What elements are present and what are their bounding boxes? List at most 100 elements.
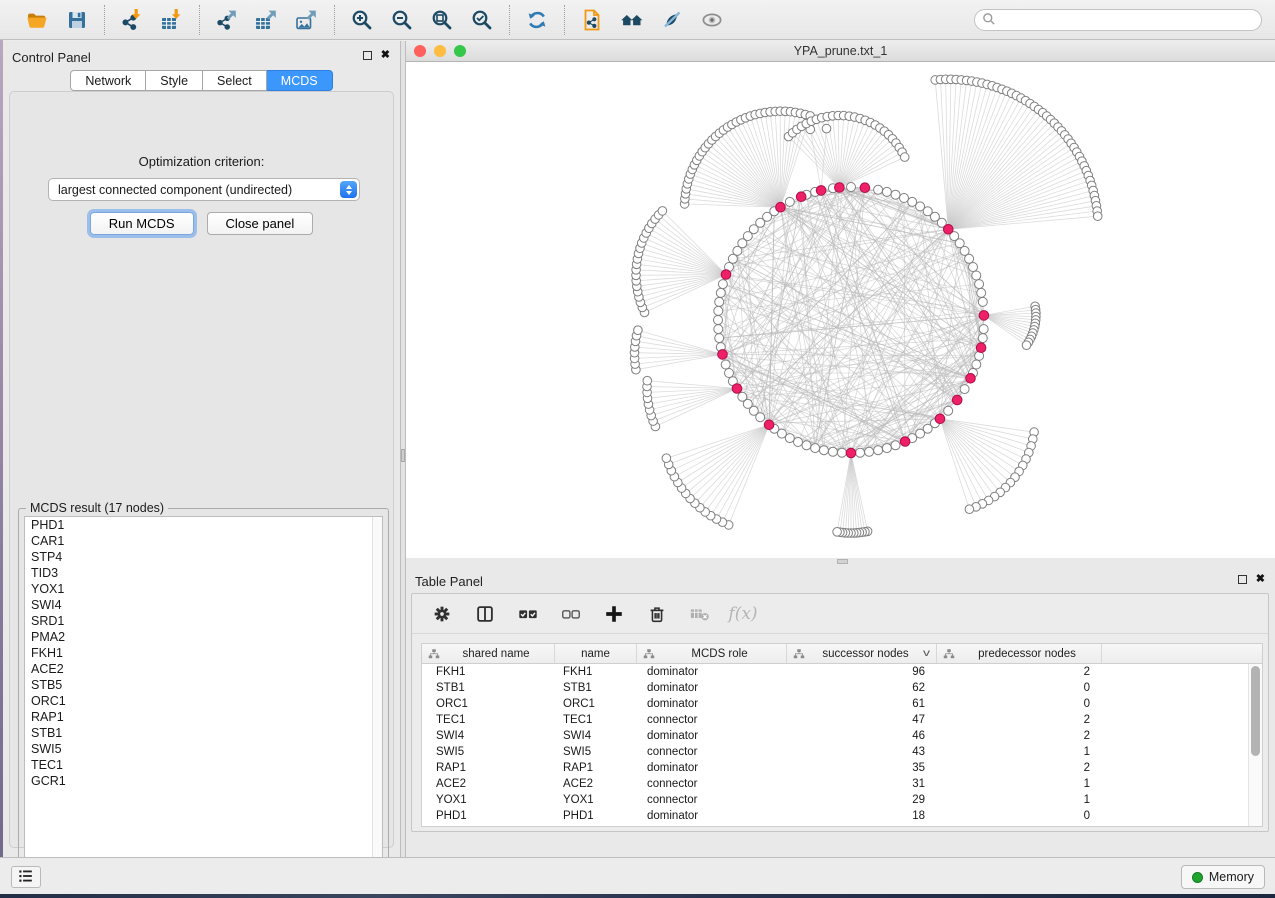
tab-network[interactable]: Network — [70, 70, 146, 91]
horizontal-splitter[interactable] — [406, 558, 1275, 565]
graph-node[interactable] — [882, 444, 891, 453]
graph-leaf-node[interactable] — [662, 454, 671, 463]
cell-successor-nodes[interactable]: 62 — [787, 680, 937, 696]
graph-mcds-node[interactable] — [944, 225, 954, 235]
cell-shared-name[interactable]: ORC1 — [422, 696, 555, 712]
graph-node[interactable] — [891, 441, 900, 450]
result-node[interactable]: ORC1 — [25, 693, 382, 709]
cell-shared-name[interactable]: ACE2 — [422, 776, 555, 792]
result-node[interactable]: RAP1 — [25, 709, 382, 725]
graph-mcds-node[interactable] — [900, 437, 910, 447]
cell-predecessor-nodes[interactable]: 2 — [937, 664, 1102, 680]
add-icon[interactable] — [601, 601, 627, 627]
cell-predecessor-nodes[interactable]: 2 — [937, 712, 1102, 728]
clear-selection-icon[interactable] — [558, 601, 584, 627]
graph-node[interactable] — [960, 385, 969, 394]
cell-name[interactable]: STB1 — [555, 680, 637, 696]
graph-leaf-node[interactable] — [634, 326, 643, 335]
table-row[interactable]: SWI5SWI5connector431 — [422, 744, 1248, 760]
zoom-in-icon[interactable] — [349, 7, 375, 33]
graph-mcds-node[interactable] — [846, 448, 856, 458]
graph-node[interactable] — [716, 288, 725, 297]
graph-node[interactable] — [979, 325, 988, 334]
cell-MCDS-role[interactable]: dominator — [637, 664, 787, 680]
hide-annotations-icon[interactable] — [659, 7, 685, 33]
result-node[interactable]: STP4 — [25, 549, 382, 565]
graph-node[interactable] — [965, 254, 974, 263]
result-node[interactable]: PHD1 — [25, 517, 382, 533]
cell-name[interactable]: FKH1 — [555, 664, 637, 680]
graph-node[interactable] — [977, 288, 986, 297]
open-folder-icon[interactable] — [24, 7, 50, 33]
cell-predecessor-nodes[interactable]: 0 — [937, 696, 1102, 712]
result-node[interactable]: FKH1 — [25, 645, 382, 661]
graph-node[interactable] — [721, 360, 730, 369]
result-node[interactable]: STB1 — [25, 725, 382, 741]
home-icon[interactable] — [619, 7, 645, 33]
tab-mcds[interactable]: MCDS — [267, 70, 333, 91]
cell-MCDS-role[interactable]: dominator — [637, 760, 787, 776]
result-node[interactable]: ACE2 — [25, 661, 382, 677]
columns-icon[interactable] — [472, 601, 498, 627]
float-panel-icon[interactable] — [1238, 575, 1247, 584]
graph-node[interactable] — [975, 280, 984, 289]
graph-node[interactable] — [785, 197, 794, 206]
graph-node[interactable] — [874, 185, 883, 194]
cell-shared-name[interactable]: STB1 — [422, 680, 555, 696]
cell-predecessor-nodes[interactable]: 0 — [937, 680, 1102, 696]
save-icon[interactable] — [64, 7, 90, 33]
graph-node[interactable] — [856, 448, 865, 457]
cell-name[interactable]: SWI5 — [555, 744, 637, 760]
result-node[interactable]: YOX1 — [25, 581, 382, 597]
graph-leaf-node[interactable] — [822, 124, 831, 133]
table-row[interactable]: PHD1PHD1dominator180 — [422, 808, 1248, 824]
graph-mcds-node[interactable] — [732, 384, 742, 394]
delete-icon[interactable] — [644, 601, 670, 627]
column-header-shared-name[interactable]: shared name — [422, 644, 555, 663]
column-header-successor-nodes[interactable]: successor nodesv — [787, 644, 937, 663]
cell-MCDS-role[interactable]: connector — [637, 744, 787, 760]
graph-node[interactable] — [811, 444, 820, 453]
graph-node[interactable] — [874, 446, 883, 455]
graph-node[interactable] — [978, 297, 987, 306]
table-row[interactable]: STB1STB1dominator620 — [422, 680, 1248, 696]
task-history-button[interactable] — [11, 866, 41, 888]
graph-node[interactable] — [900, 194, 909, 203]
search-input[interactable] — [996, 11, 1261, 29]
graph-node[interactable] — [972, 271, 981, 280]
cell-name[interactable]: SWI4 — [555, 728, 637, 744]
result-node[interactable]: GCR1 — [25, 773, 382, 789]
graph-node[interactable] — [819, 446, 828, 455]
cell-name[interactable]: RAP1 — [555, 760, 637, 776]
cell-successor-nodes[interactable]: 31 — [787, 776, 937, 792]
graph-node[interactable] — [828, 447, 837, 456]
graph-leaf-node[interactable] — [1093, 212, 1102, 221]
result-node[interactable]: TID3 — [25, 565, 382, 581]
graph-mcds-node[interactable] — [976, 343, 986, 353]
graph-leaf-node[interactable] — [1022, 341, 1031, 350]
result-node[interactable]: CAR1 — [25, 533, 382, 549]
network-graph[interactable] — [406, 62, 1275, 558]
graph-node[interactable] — [725, 369, 734, 378]
table-row[interactable]: FKH1FKH1dominator962 — [422, 664, 1248, 680]
cell-predecessor-nodes[interactable]: 1 — [937, 792, 1102, 808]
cell-predecessor-nodes[interactable]: 2 — [937, 728, 1102, 744]
graph-leaf-node[interactable] — [658, 207, 667, 216]
table-row[interactable]: YOX1YOX1connector291 — [422, 792, 1248, 808]
zoom-fit-icon[interactable] — [429, 7, 455, 33]
search-box[interactable] — [974, 9, 1262, 31]
column-header-name[interactable]: name — [555, 644, 637, 663]
graph-mcds-node[interactable] — [860, 183, 870, 193]
import-network-icon[interactable] — [119, 7, 145, 33]
cell-shared-name[interactable]: SWI4 — [422, 728, 555, 744]
table-row[interactable]: ORC1ORC1dominator610 — [422, 696, 1248, 712]
cell-predecessor-nodes[interactable]: 1 — [937, 776, 1102, 792]
cell-name[interactable]: PHD1 — [555, 808, 637, 824]
graph-leaf-node[interactable] — [833, 528, 842, 537]
graph-mcds-node[interactable] — [718, 350, 728, 360]
cell-name[interactable]: ORC1 — [555, 696, 637, 712]
graph-node[interactable] — [714, 325, 723, 334]
mcds-result-list[interactable]: PHD1CAR1STP4TID3YOX1SWI4SRD1PMA2FKH1ACE2… — [24, 516, 383, 874]
graph-node[interactable] — [715, 297, 724, 306]
graph-node[interactable] — [978, 334, 987, 343]
